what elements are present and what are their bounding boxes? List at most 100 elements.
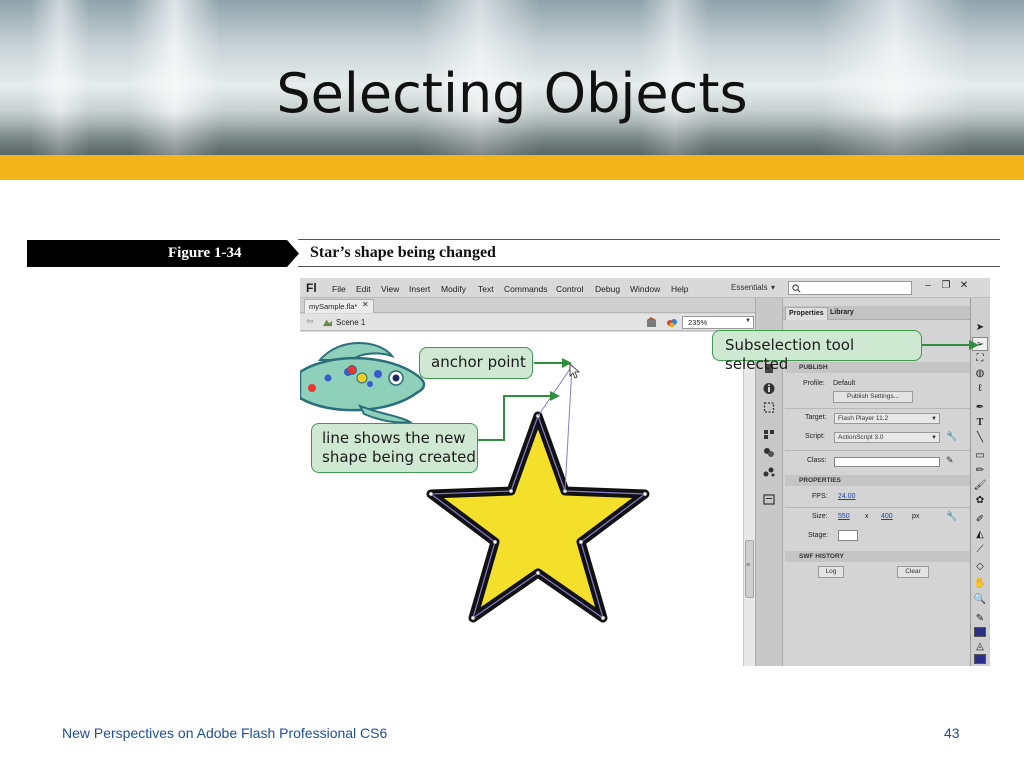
callout-subselection-tool: Subselection tool selected (712, 330, 922, 373)
fill-color-swatch[interactable] (974, 654, 986, 664)
pencil-icon[interactable]: ✎ (946, 455, 954, 466)
publish-settings-button[interactable]: Publish Settings... (833, 391, 913, 403)
edit-symbols-icon[interactable] (666, 317, 678, 328)
edit-scene-icon[interactable] (646, 317, 658, 328)
menu-file[interactable]: File (332, 284, 346, 294)
stage-height-value[interactable]: 400 (881, 513, 893, 520)
stage-artwork (300, 342, 650, 623)
script-label: Script: (805, 433, 825, 440)
properties-section-header[interactable]: PROPERTIES (785, 475, 970, 486)
tab-library[interactable]: Library (827, 307, 857, 320)
script-value: ActionScript 3.0 (838, 434, 884, 441)
swf-history-section-header[interactable]: SWF HISTORY (785, 551, 970, 562)
menu-edit[interactable]: Edit (356, 284, 371, 294)
chevron-down-icon[interactable]: ▼ (745, 318, 751, 324)
menu-control[interactable]: Control (556, 284, 583, 294)
motion-presets-icon[interactable] (762, 446, 776, 459)
menu-window[interactable]: Window (630, 284, 660, 294)
pen-icon[interactable]: ✒ (972, 401, 988, 415)
divider (785, 507, 970, 508)
close-icon[interactable]: ✕ (362, 300, 369, 309)
brush-icon[interactable]: 🖌 (972, 479, 988, 493)
pencil-icon[interactable]: ✏ (972, 464, 988, 478)
profile-label: Profile: (803, 380, 825, 387)
target-select[interactable]: Flash Player 11.2 ▼ (834, 413, 940, 424)
free-transform-icon[interactable]: ⛶ (972, 352, 988, 366)
selection-arrow-icon[interactable]: ➤ (972, 321, 988, 335)
publish-section-header[interactable]: PUBLISH (785, 362, 970, 373)
stage[interactable] (300, 332, 743, 666)
page-number: 43 (944, 725, 960, 741)
lasso-icon[interactable]: ℓ (972, 382, 988, 396)
log-button[interactable]: Log (818, 566, 844, 578)
minimize-button[interactable]: – (920, 279, 936, 293)
code-snippets-icon[interactable] (762, 493, 776, 506)
transform-panel-icon[interactable] (762, 401, 776, 414)
slide-title: Selecting Objects (276, 62, 748, 125)
callout-line-text-1: line shows the new (322, 429, 466, 447)
grip-icon: ≡ (746, 562, 751, 569)
zoom-select[interactable]: 235% (682, 316, 754, 329)
close-window-button[interactable]: ✕ (956, 279, 972, 293)
back-arrow-icon[interactable]: ⇦ (306, 316, 314, 327)
scrollbar-thumb[interactable] (745, 540, 754, 598)
scene-label: Scene 1 (336, 318, 366, 327)
scene-icon (323, 319, 332, 327)
components-icon[interactable] (762, 428, 776, 441)
size-times: x (865, 513, 869, 520)
script-select[interactable]: ActionScript 3.0 ▼ (834, 432, 940, 443)
stage-color-swatch[interactable] (838, 530, 858, 541)
figure-caption: Star’s shape being changed (310, 244, 496, 261)
swatches-icon[interactable] (762, 465, 776, 478)
size-unit: px (912, 513, 920, 520)
stage-color-label: Stage: (808, 532, 829, 539)
eraser-icon[interactable]: ◇ (972, 560, 988, 574)
fps-label: FPS: (812, 493, 828, 500)
paint-bucket-icon[interactable]: ◭ (972, 528, 988, 542)
fps-value[interactable]: 24.00 (838, 493, 856, 500)
hand-icon[interactable]: ✋ (972, 577, 988, 591)
callout-arrow-subselection (922, 340, 979, 350)
info-icon[interactable] (762, 382, 776, 395)
menu-commands[interactable]: Commands (504, 284, 547, 294)
stage-width-value[interactable]: 550 (838, 513, 850, 520)
deco-icon[interactable]: ✿ (972, 494, 988, 508)
line-icon[interactable]: ╲ (972, 431, 988, 445)
rectangle-icon[interactable]: ▭ (972, 449, 988, 463)
menu-view[interactable]: View (381, 284, 399, 294)
wrench-icon[interactable]: 🔧 (946, 511, 957, 522)
menu-debug[interactable]: Debug (595, 284, 620, 294)
chevron-down-icon[interactable]: ▾ (771, 283, 775, 292)
fill-color-icon[interactable]: ◬ (972, 640, 988, 654)
menu-modify[interactable]: Modify (441, 284, 466, 294)
gold-accent-bar (0, 155, 1024, 180)
callout-anchor-point-text: anchor point (431, 353, 526, 371)
workspace-switcher[interactable]: Essentials (731, 283, 767, 292)
3d-rotation-icon[interactable]: ◍ (972, 367, 988, 381)
divider (785, 450, 970, 451)
menu-text[interactable]: Text (478, 284, 494, 294)
menu-help[interactable]: Help (671, 284, 688, 294)
tab-properties[interactable]: Properties (785, 307, 828, 320)
flash-logo: Fl (306, 281, 317, 295)
target-value: Flash Player 11.2 (838, 415, 889, 422)
class-input[interactable] (834, 457, 940, 467)
help-search-input[interactable] (788, 281, 912, 295)
stroke-color-icon[interactable]: ✎ (972, 612, 988, 626)
divider (785, 408, 970, 409)
zoom-icon[interactable]: 🔍 (972, 593, 988, 607)
wrench-icon[interactable]: 🔧 (946, 431, 957, 442)
eyedropper-icon[interactable]: ⟋ (972, 543, 988, 557)
stroke-color-swatch[interactable] (974, 627, 986, 637)
restore-button[interactable]: ❐ (938, 279, 954, 293)
search-icon (792, 284, 801, 293)
menu-insert[interactable]: Insert (409, 284, 430, 294)
bone-icon[interactable]: ✐ (972, 513, 988, 527)
callout-line-text-2: shape being created (322, 448, 476, 466)
text-icon[interactable]: T (972, 416, 988, 430)
figure-bottom-rule (298, 266, 1000, 267)
chevron-down-icon: ▼ (931, 416, 937, 422)
figure-top-rule (298, 239, 1000, 240)
clear-button[interactable]: Clear (897, 566, 929, 578)
stage-scrollbar[interactable] (743, 332, 755, 666)
